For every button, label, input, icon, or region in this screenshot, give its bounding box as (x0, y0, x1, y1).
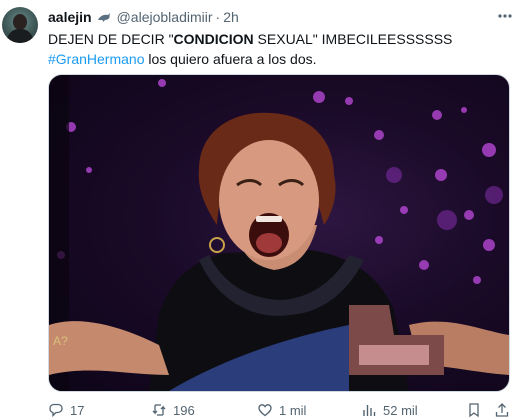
more-icon[interactable] (495, 8, 515, 24)
media-illustration: A? (49, 75, 509, 391)
repost-button[interactable]: 196 (151, 402, 195, 418)
tweet-text: DEJEN DE DECIR "CONDICION SEXUAL" IMBECI… (48, 29, 508, 69)
author-display-name[interactable]: aalejin (48, 9, 92, 25)
media-overlay-text: A? (53, 334, 68, 348)
reply-icon (49, 403, 63, 418)
tweet-card[interactable]: aalejin @alejobladimiir · 2h DEJEN DE DE… (0, 0, 523, 420)
dolphin-emoji-icon (97, 13, 110, 22)
text-bold-segment: CONDICION (173, 31, 254, 47)
repost-icon (152, 404, 166, 416)
like-count: 1 mil (279, 402, 307, 418)
tweet-text-line-2: #GranHermano los quiero afuera a los dos… (48, 49, 508, 69)
views-button[interactable]: 52 mil (361, 402, 418, 418)
text-segment: los quiero afuera a los dos. (144, 51, 317, 67)
separator-dot: · (215, 9, 221, 25)
text-segment: SEXUAL" IMBECILEESSSSSS (253, 31, 453, 47)
tweet-media-image[interactable]: A? (48, 74, 510, 392)
tweet-time[interactable]: 2h (223, 9, 239, 25)
bookmark-icon (469, 403, 479, 418)
views-count: 52 mil (383, 402, 418, 418)
share-button[interactable] (494, 402, 516, 418)
like-button[interactable]: 1 mil (257, 402, 306, 418)
avatar-body (7, 29, 33, 43)
author-handle[interactable]: @alejobladimiir (117, 9, 213, 25)
tweet-actions: 17 196 1 mil 52 mil (48, 400, 516, 420)
tweet-header: aalejin @alejobladimiir · 2h (48, 8, 239, 26)
share-icon (495, 403, 509, 417)
avatar[interactable] (2, 7, 38, 43)
like-icon (258, 404, 272, 417)
hashtag-link[interactable]: #GranHermano (48, 51, 145, 67)
avatar-head (13, 14, 27, 30)
reply-count: 17 (70, 402, 85, 418)
views-icon (363, 405, 376, 416)
tweet-text-line-1: DEJEN DE DECIR "CONDICION SEXUAL" IMBECI… (48, 29, 508, 49)
text-segment: DEJEN DE DECIR " (48, 31, 174, 47)
repost-count: 196 (173, 402, 195, 418)
bookmark-button[interactable] (466, 402, 488, 418)
reply-button[interactable]: 17 (48, 402, 84, 418)
